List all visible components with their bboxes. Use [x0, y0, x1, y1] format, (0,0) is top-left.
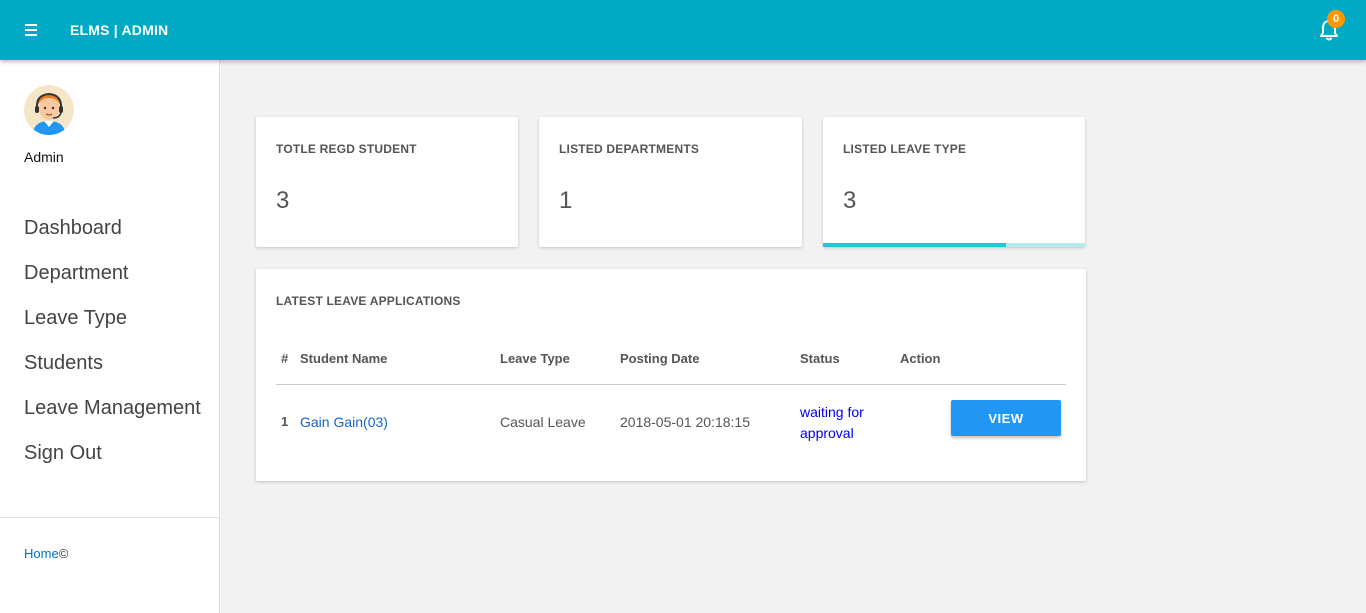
sidebar-item-students[interactable]: Students: [0, 342, 219, 387]
stat-value: 3: [276, 187, 290, 214]
stat-title: LISTED DEPARTMENTS: [559, 142, 700, 156]
column-header-student-name: Student Name: [300, 351, 388, 366]
sidebar-nav: Dashboard Department Leave Type Students…: [0, 207, 219, 477]
column-header-action: Action: [900, 351, 941, 366]
column-header-status: Status: [800, 351, 840, 366]
home-link[interactable]: Home: [24, 546, 59, 561]
column-header-index: #: [281, 351, 289, 366]
admin-avatar: [24, 85, 74, 135]
sidebar-footer: Home©: [24, 546, 68, 561]
sidebar-item-leave-management[interactable]: Leave Management: [0, 387, 219, 432]
column-header-posting-date: Posting Date: [620, 351, 700, 366]
top-bar: ELMS | ADMIN 0: [0, 0, 1366, 60]
status-line-2: approval: [800, 425, 854, 441]
sidebar-divider: [0, 517, 219, 518]
row-posting-date: 2018-05-01 20:18:15: [620, 414, 750, 430]
header-divider: [276, 384, 1066, 385]
leave-applications-card: LATEST LEAVE APPLICATIONS # Student Name…: [256, 269, 1086, 481]
progress-bar-fill: [823, 243, 1007, 247]
sidebar-item-sign-out[interactable]: Sign Out: [0, 432, 219, 477]
admin-name: Admin: [24, 149, 64, 165]
sidebar-item-department[interactable]: Department: [0, 252, 219, 297]
stat-card-students: TOTLE REGD STUDENT 3: [256, 117, 518, 247]
row-status: waiting for approval: [800, 402, 864, 444]
row-index: 1: [281, 414, 289, 429]
stat-value: 3: [843, 187, 857, 214]
table-title: LATEST LEAVE APPLICATIONS: [276, 294, 461, 308]
stat-card-departments: LISTED DEPARTMENTS 1: [539, 117, 802, 247]
progress-bar: [823, 243, 1085, 247]
stat-title: TOTLE REGD STUDENT: [276, 142, 417, 156]
column-header-leave-type: Leave Type: [500, 351, 570, 366]
hamburger-menu-icon[interactable]: [25, 24, 39, 36]
stat-title: LISTED LEAVE TYPE: [843, 142, 967, 156]
row-leave-type: Casual Leave: [500, 414, 586, 430]
sidebar-item-leave-type[interactable]: Leave Type: [0, 297, 219, 342]
status-line-1: waiting for: [800, 404, 864, 420]
copyright-symbol: ©: [58, 546, 69, 561]
stat-value: 1: [559, 187, 573, 214]
brand-title: ELMS | ADMIN: [70, 22, 169, 38]
stat-card-leave-types: LISTED LEAVE TYPE 3: [823, 117, 1085, 247]
sidebar: Admin Dashboard Department Leave Type St…: [0, 60, 220, 613]
sidebar-item-dashboard[interactable]: Dashboard: [0, 207, 219, 252]
view-button[interactable]: VIEW: [951, 400, 1061, 436]
student-name-link[interactable]: Gain Gain(03): [300, 414, 388, 430]
notification-count-badge: 0: [1327, 10, 1345, 28]
